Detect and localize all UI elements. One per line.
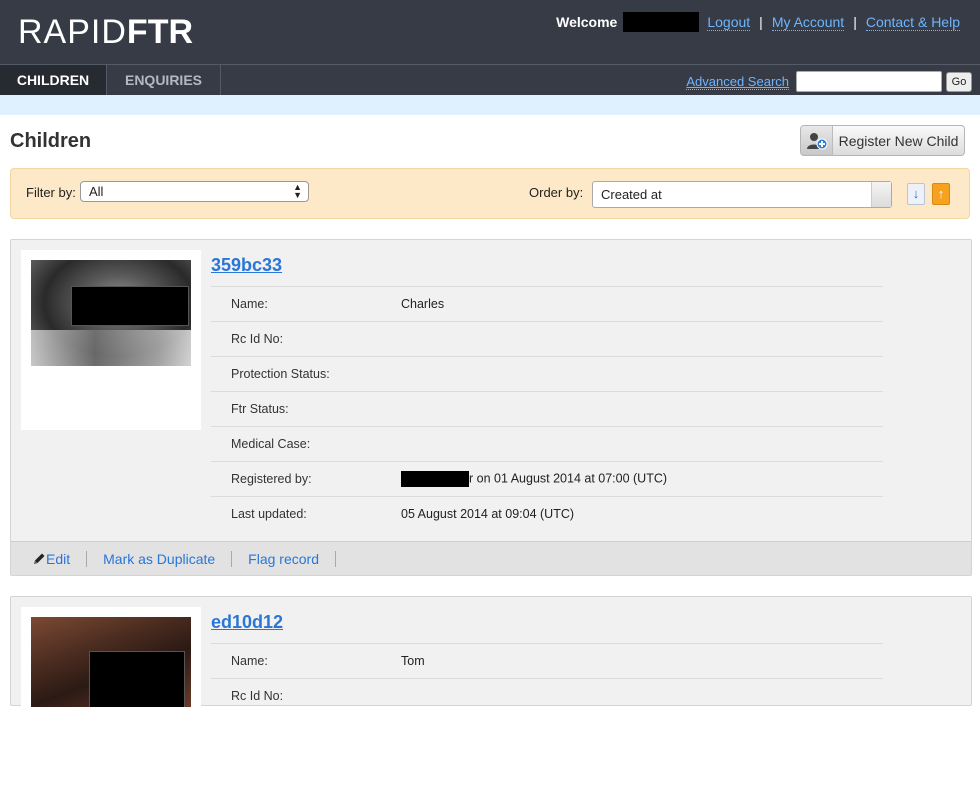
separator: [231, 550, 233, 567]
my-account-link[interactable]: My Account: [771, 14, 845, 31]
field-row: Ftr Status:: [211, 391, 883, 426]
field-label: Rc Id No:: [231, 332, 284, 346]
sort-ascending-button[interactable]: ↑: [932, 183, 950, 205]
record-fields: Name: Charles Rc Id No: Protection Statu…: [211, 286, 883, 531]
page-title: Children: [10, 130, 92, 152]
photo-redaction: [71, 286, 189, 326]
field-label: Last updated:: [231, 507, 307, 521]
record-fields: Name: Tom Rc Id No:: [211, 643, 883, 713]
field-value: 05 August 2014 at 09:04 (UTC): [401, 507, 575, 521]
edit-action[interactable]: Edit: [33, 551, 70, 567]
field-label: Name:: [231, 297, 268, 311]
register-new-child-button[interactable]: Register New Child: [800, 125, 965, 156]
field-row: Registered by: r on 01 August 2014 at 07…: [211, 461, 883, 496]
order-label: Order by:: [529, 185, 584, 200]
redacted-registrar: [401, 471, 469, 487]
child-record-card: 359bc33 Name: Charles Rc Id No: Protecti…: [10, 239, 972, 576]
field-row: Name: Tom: [211, 643, 883, 678]
field-row: Last updated: 05 August 2014 at 09:04 (U…: [211, 496, 883, 531]
separator: |: [759, 14, 763, 30]
field-label: Name:: [231, 654, 268, 668]
filter-select[interactable]: All ▲ ▼: [80, 181, 309, 202]
advanced-search-link[interactable]: Advanced Search: [686, 74, 789, 90]
separator: |: [853, 14, 857, 30]
field-row: Rc Id No:: [211, 678, 883, 713]
dropdown-handle: [871, 182, 891, 207]
pencil-icon: [34, 553, 45, 564]
field-label: Registered by:: [231, 472, 312, 486]
sort-descending-button[interactable]: ↓: [907, 183, 925, 205]
child-photo-frame: [21, 250, 201, 430]
separator: [334, 550, 336, 567]
welcome-text: Welcome: [556, 14, 618, 30]
tab-children[interactable]: CHILDREN: [0, 65, 107, 104]
record-id-link[interactable]: 359bc33: [211, 255, 282, 276]
nav-subbar: [0, 95, 980, 115]
tab-enquiries[interactable]: ENQUIRIES: [107, 65, 221, 95]
search-go-button[interactable]: Go: [946, 72, 972, 92]
contact-help-link[interactable]: Contact & Help: [865, 14, 960, 31]
rapidftr-logo[interactable]: RAPIDFTR: [18, 13, 193, 52]
child-photo-frame: [21, 607, 201, 787]
order-select[interactable]: Created at: [592, 181, 892, 208]
flag-record-link[interactable]: Flag record: [248, 551, 319, 567]
mark-duplicate-link[interactable]: Mark as Duplicate: [103, 551, 215, 567]
add-user-icon: [801, 126, 833, 155]
field-label: Medical Case:: [231, 437, 311, 451]
field-value: Tom: [401, 654, 425, 668]
child-photo[interactable]: [31, 617, 191, 707]
field-row: Protection Status:: [211, 356, 883, 391]
separator: [86, 550, 88, 567]
user-links: Welcome Logout | My Account | Contact & …: [556, 12, 960, 32]
search-input[interactable]: [796, 71, 942, 92]
redacted-username: [623, 12, 700, 32]
filter-selected-value: All: [89, 184, 104, 199]
field-label: Ftr Status:: [231, 402, 289, 416]
logout-link[interactable]: Logout: [707, 14, 751, 31]
field-value: Charles: [401, 297, 445, 311]
filter-bar: Filter by: All ▲ ▼ Order by: Created at ↓…: [10, 168, 970, 219]
child-photo[interactable]: [31, 260, 191, 366]
filter-label: Filter by:: [26, 185, 76, 200]
child-record-card: ed10d12 Name: Tom Rc Id No:: [10, 596, 972, 787]
photo-redaction: [89, 651, 185, 707]
register-button-label: Register New Child: [838, 132, 959, 149]
field-value-registered: r on 01 August 2014 at 07:00 (UTC): [401, 471, 883, 487]
field-row: Name: Charles: [211, 286, 883, 321]
record-actions: Edit Mark as Duplicate Flag record: [11, 541, 971, 575]
main-nav: CHILDREN ENQUIRIES Advanced Search Go: [0, 64, 980, 104]
field-row: Medical Case:: [211, 426, 883, 461]
app-header: RAPIDFTR Welcome Logout | My Account | C…: [0, 0, 980, 64]
order-selected-value: Created at: [601, 187, 662, 202]
record-id-link[interactable]: ed10d12: [211, 612, 283, 633]
select-arrows-icon: ▲ ▼: [293, 182, 302, 200]
edit-link[interactable]: Edit: [46, 551, 70, 567]
field-label: Protection Status:: [231, 367, 330, 381]
field-row: Rc Id No:: [211, 321, 883, 356]
field-label: Rc Id No:: [231, 689, 284, 703]
